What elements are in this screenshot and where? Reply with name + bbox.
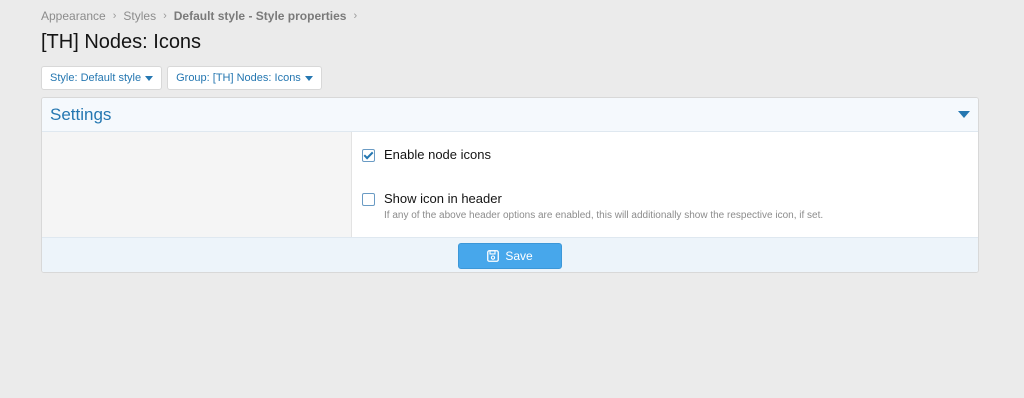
chevron-right-icon: › xyxy=(112,10,117,22)
filter-bar: Style: Default style Group: [TH] Nodes: … xyxy=(41,66,322,90)
chevron-right-icon: › xyxy=(163,10,167,22)
enable-node-icons-label[interactable]: Enable node icons xyxy=(384,147,491,162)
style-filter-label: Style: Default style xyxy=(50,72,142,84)
enable-node-icons-checkbox[interactable] xyxy=(362,149,375,162)
group-filter-label: Group: [TH] Nodes: Icons xyxy=(176,72,301,84)
page-title: [TH] Nodes: Icons xyxy=(41,31,202,53)
caret-down-icon xyxy=(145,75,154,81)
chevron-right-icon: › xyxy=(353,10,358,22)
caret-down-icon[interactable] xyxy=(958,111,970,118)
show-icon-in-header-label[interactable]: Show icon in header xyxy=(384,191,823,206)
breadcrumb-styles[interactable]: Styles xyxy=(123,9,156,23)
breadcrumb-style-properties[interactable]: Default style - Style properties xyxy=(174,9,347,23)
show-icon-in-header-hint: If any of the above header options are e… xyxy=(384,210,824,221)
option-text: Show icon in header If any of the above … xyxy=(384,191,823,221)
group-filter-button[interactable]: Group: [TH] Nodes: Icons xyxy=(167,66,322,90)
option-text: Enable node icons xyxy=(384,147,491,162)
caret-down-icon xyxy=(304,75,313,81)
save-button[interactable]: Save xyxy=(458,243,562,269)
show-icon-in-header-checkbox[interactable] xyxy=(362,193,375,206)
settings-label-column xyxy=(42,132,352,237)
settings-title: Settings xyxy=(50,104,112,124)
breadcrumb-appearance[interactable]: Appearance xyxy=(41,9,106,23)
style-filter-button[interactable]: Style: Default style xyxy=(41,66,163,90)
breadcrumb: Appearance › Styles › Default style - St… xyxy=(41,9,364,23)
floppy-disk-icon xyxy=(487,250,500,262)
settings-header: Settings xyxy=(42,98,978,132)
save-label: Save xyxy=(505,249,533,263)
form-footer: Save xyxy=(42,238,978,272)
settings-body: Enable node icons Show icon in header If… xyxy=(42,132,978,238)
option-show-icon-in-header: Show icon in header If any of the above … xyxy=(362,191,823,221)
settings-input-column: Enable node icons Show icon in header If… xyxy=(352,132,978,237)
settings-block: Settings Enable node icons Show icon in … xyxy=(41,97,979,273)
option-enable-node-icons: Enable node icons xyxy=(362,147,491,162)
